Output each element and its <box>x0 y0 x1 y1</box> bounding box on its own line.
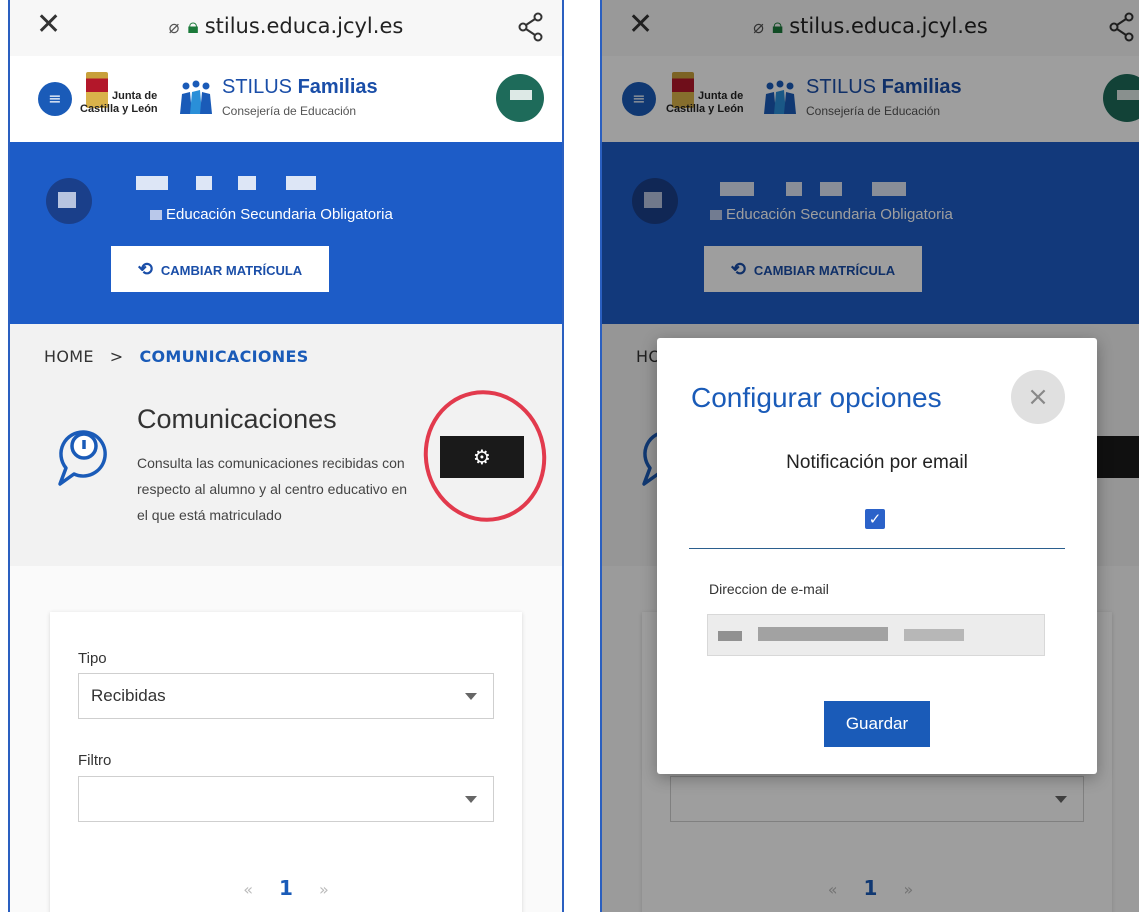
screen-configure-options: ✕ ⌀ 🔒︎ stilus.educa.jcyl.es ≡ Junta de Cas… <box>600 0 1139 912</box>
caret-down-icon <box>465 693 477 700</box>
redacted-email <box>758 627 888 641</box>
pagination: « 1 » <box>10 876 562 900</box>
redacted-email <box>904 629 964 641</box>
stilus-family-icon <box>180 80 212 114</box>
breadcrumb-home[interactable]: HOME <box>44 347 94 366</box>
change-enrollment-button[interactable]: ⟲ CAMBIAR MATRÍCULA <box>111 246 329 292</box>
current-page[interactable]: 1 <box>279 876 293 900</box>
email-field[interactable] <box>707 614 1045 656</box>
filtro-select[interactable] <box>78 776 494 822</box>
dialog-title: Configurar opciones <box>691 382 942 413</box>
redacted-name <box>196 176 212 190</box>
page-description: Consulta las comunicaciones recibidas co… <box>137 455 408 523</box>
annotation-circle <box>411 378 559 534</box>
student-banner: Educación Secundaria Obligatoria ⟲ CAMBIA… <box>10 142 562 324</box>
location-off-icon: ⌀ <box>168 17 180 38</box>
hamburger-menu-button[interactable]: ≡ <box>38 82 72 116</box>
filtro-label: Filtro <box>78 752 112 769</box>
user-avatar[interactable] <box>496 74 544 122</box>
address-bar[interactable]: ⌀ 🔒︎ stilus.educa.jcyl.es <box>10 14 562 39</box>
change-enrollment-label: CAMBIAR MATRÍCULA <box>160 263 303 278</box>
redacted-name <box>136 176 168 190</box>
configure-options-dialog: Configurar opciones × Notificación por e… <box>657 338 1097 774</box>
lock-icon: 🔒︎ <box>187 14 199 38</box>
app-header: ≡ Junta de Castilla y León STILUS Famili… <box>10 56 562 142</box>
email-notification-label: Notificación por email <box>786 452 968 473</box>
app-title-bold: Familias <box>297 76 378 98</box>
course-text: Educación Secundaria Obligatoria <box>166 206 393 223</box>
refresh-icon: ⟲ <box>137 259 153 279</box>
tipo-select[interactable]: Recibidas <box>78 673 494 719</box>
page-title: Comunicaciones <box>137 404 337 434</box>
jcyl-line2: Castilla y León <box>80 103 158 115</box>
jcyl-logo: Junta de Castilla y León <box>80 72 170 128</box>
student-avatar <box>46 178 92 224</box>
redacted-name <box>286 176 316 190</box>
url-text: stilus.educa.jcyl.es <box>204 14 404 38</box>
tipo-label: Tipo <box>78 650 107 667</box>
browser-bar: ✕ ⌀ 🔒︎ stilus.educa.jcyl.es <box>10 0 562 57</box>
divider <box>689 548 1065 549</box>
email-label: Direccion de e-mail <box>709 581 829 597</box>
course-label: Educación Secundaria Obligatoria <box>150 206 393 223</box>
close-dialog-button[interactable]: × <box>1011 370 1065 424</box>
app-subtitle: Consejería de Educación <box>222 104 357 118</box>
save-button[interactable]: Guardar <box>824 701 930 747</box>
filters-card <box>50 612 522 912</box>
redacted-name <box>238 176 256 190</box>
jcyl-line1: Junta de <box>112 90 158 102</box>
prev-page-button[interactable]: « <box>243 880 253 899</box>
redacted-course-number <box>150 210 162 221</box>
breadcrumb: HOME > COMUNICACIONES <box>44 347 309 366</box>
breadcrumb-separator: > <box>109 347 124 366</box>
redacted-email <box>718 631 742 641</box>
speech-bubble-alert-icon <box>58 430 107 486</box>
share-icon[interactable] <box>518 12 544 42</box>
check-icon: ✓ <box>868 510 882 528</box>
next-page-button[interactable]: » <box>319 880 329 899</box>
email-notification-checkbox[interactable]: ✓ <box>865 509 885 529</box>
screen-communications: ✕ ⌀ 🔒︎ stilus.educa.jcyl.es ≡ Junta de Cas… <box>8 0 564 912</box>
caret-down-icon <box>465 796 477 803</box>
breadcrumb-current: COMUNICACIONES <box>139 347 309 366</box>
app-title: STILUS Familias <box>222 76 378 99</box>
tipo-value: Recibidas <box>91 686 166 705</box>
close-icon: × <box>1027 382 1049 412</box>
app-title-prefix: STILUS <box>222 76 298 98</box>
